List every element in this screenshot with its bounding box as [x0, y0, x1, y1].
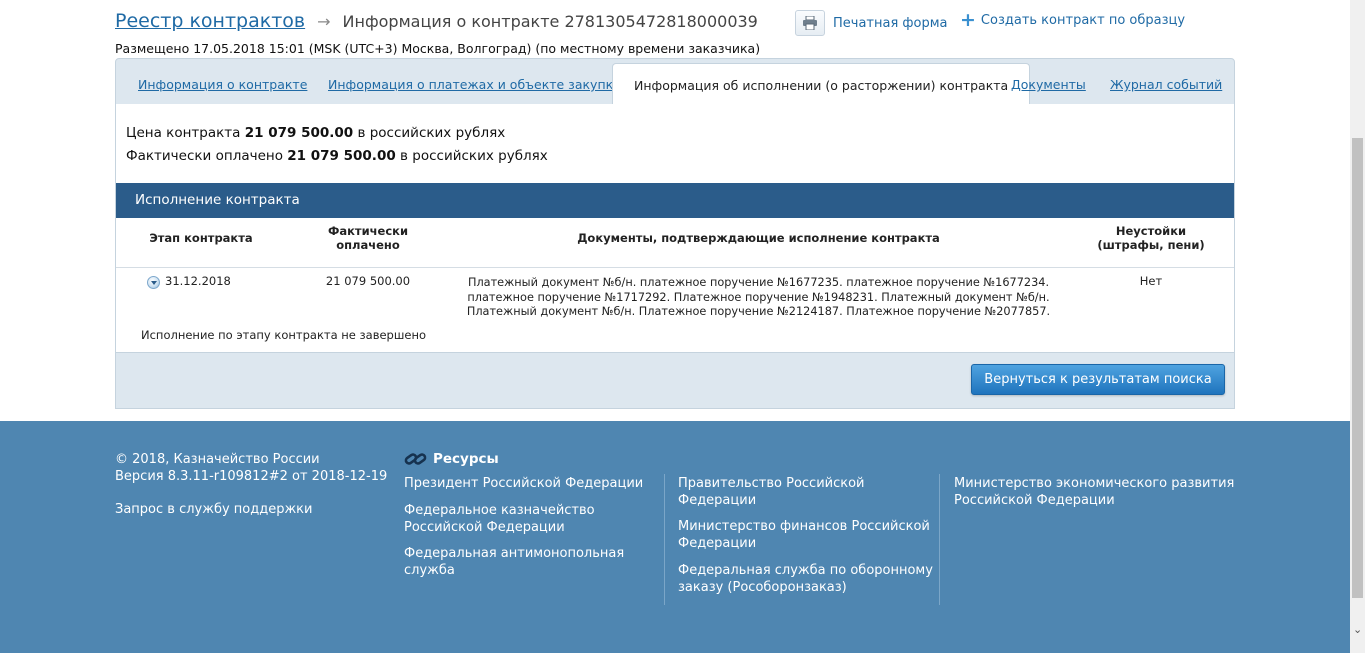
- stage-documents: Платежный документ №б/н. платежное поруч…: [466, 276, 1051, 318]
- footer-link-minfin[interactable]: Министерство финансов Российской Федерац…: [678, 518, 930, 552]
- footer-link-government[interactable]: Правительство Российской Федерации: [678, 475, 865, 509]
- column-header-documents: Документы, подтверждающие исполнение кон…: [577, 231, 940, 245]
- print-form-label: Печатная форма: [833, 15, 948, 31]
- tab-contract-info[interactable]: Информация о контракте: [138, 77, 307, 92]
- copyright: © 2018, Казначейство России: [115, 452, 320, 467]
- chain-link-icon: [404, 453, 427, 465]
- scrollbar-thumb[interactable]: [1352, 138, 1363, 598]
- create-contract-label: Создать контракт по образцу: [980, 12, 1186, 28]
- page-title: Информация о контракте 27813054728180000…: [342, 12, 758, 31]
- version-info: Версия 8.3.11-r109812#2 от 2018-12-19: [115, 469, 388, 484]
- placement-info: Размещено 17.05.2018 15:01 (MSK (UTC+3) …: [115, 41, 761, 56]
- scroll-down-arrow-icon[interactable]: ⌄: [1353, 624, 1362, 635]
- tab-documents[interactable]: Документы: [1011, 77, 1086, 92]
- divider: [116, 267, 1234, 268]
- tab-event-log[interactable]: Журнал событий: [1110, 77, 1222, 92]
- breadcrumb-registry-link[interactable]: Реестр контрактов: [115, 10, 305, 32]
- print-form-button[interactable]: Печатная форма: [795, 10, 948, 36]
- breadcrumb: Реестр контрактов → Информация о контрак…: [115, 10, 758, 32]
- resources-heading: Ресурсы: [404, 450, 499, 468]
- contract-price-value: 21 079 500.00: [244, 125, 354, 141]
- stage-status-note: Исполнение по этапу контракта не заверше…: [141, 328, 427, 342]
- footer-link-antimonopoly[interactable]: Федеральная антимонопольная служба: [404, 545, 624, 579]
- printer-icon: [795, 10, 825, 36]
- footer-link-treasury[interactable]: Федеральное казначейство Российской Феде…: [404, 502, 595, 536]
- footer-link-president[interactable]: Президент Российской Федерации: [404, 475, 643, 492]
- stage-penalties: Нет: [1139, 274, 1163, 288]
- stage-date: 31.12.2018: [165, 274, 231, 288]
- expand-chevron-icon[interactable]: [147, 276, 160, 289]
- footer-link-rosoboronzakaz[interactable]: Федеральная служба по оборонному заказу …: [678, 562, 933, 596]
- divider: [664, 474, 665, 605]
- column-header-stage: Этап контракта: [149, 231, 253, 245]
- support-request-link[interactable]: Запрос в службу поддержки: [115, 501, 312, 518]
- site-footer: © 2018, Казначейство России Версия 8.3.1…: [0, 421, 1350, 653]
- actually-paid-value: 21 079 500.00: [287, 148, 396, 164]
- tab-payments-info[interactable]: Информация о платежах и объекте закупки: [328, 77, 621, 92]
- divider: [939, 474, 940, 605]
- arrow-right-icon: →: [317, 12, 331, 31]
- contract-price: Цена контракта 21 079 500.00 в российски…: [126, 125, 506, 141]
- plus-icon: +: [960, 9, 976, 31]
- execution-section-title: Исполнение контракта: [116, 183, 1234, 218]
- tab-execution-info[interactable]: Информация об исполнении (о расторжении)…: [612, 63, 1031, 105]
- tab-bar: Информация о контракте Информация о плат…: [116, 59, 1234, 105]
- column-header-penalties: Неустойки (штрафы, пени): [1097, 224, 1205, 252]
- contract-panel: Информация о контракте Информация о плат…: [115, 58, 1235, 409]
- actually-paid: Фактически оплачено 21 079 500.00 в росс…: [126, 148, 548, 164]
- tab-content: Цена контракта 21 079 500.00 в российски…: [116, 104, 1234, 353]
- vertical-scrollbar[interactable]: ⌄: [1350, 0, 1365, 653]
- column-header-paid: Фактически оплачено: [327, 224, 409, 252]
- footer-link-mineconomy[interactable]: Министерство экономического развития Рос…: [954, 475, 1234, 509]
- create-contract-from-template-button[interactable]: + Создать контракт по образцу: [960, 9, 1186, 31]
- divider: [116, 352, 1234, 353]
- back-to-search-results-button[interactable]: Вернуться к результатам поиска: [971, 364, 1225, 395]
- stage-paid-amount: 21 079 500.00: [325, 274, 411, 288]
